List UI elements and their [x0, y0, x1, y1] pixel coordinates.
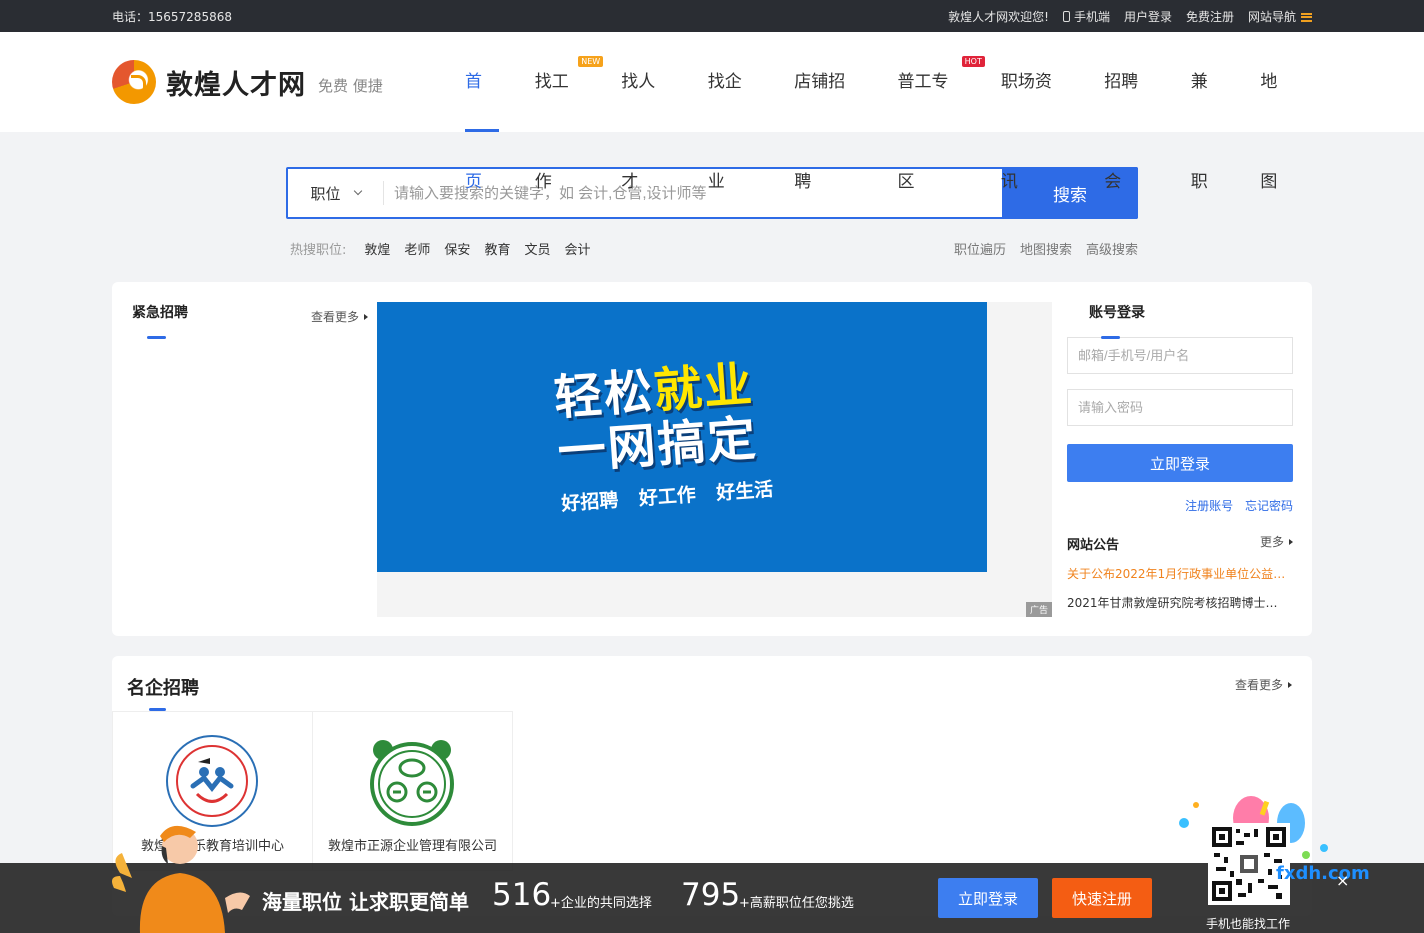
login-button[interactable]: 立即登录 [1067, 444, 1293, 482]
famous-title: 名企招聘 [127, 674, 199, 711]
header: 敦煌人才网 免费 便捷 首页 找工作 NEW 找人才 找企业 店铺招聘 普工专区 H… [0, 32, 1424, 192]
main-card: 紧急招聘 查看更多 轻松就业 一网搞定 好招聘 好工作 好生活 广告 账号登录 … [112, 282, 1312, 636]
caret-right-icon [1288, 682, 1292, 688]
user-login-link[interactable]: 用户登录 [1124, 8, 1172, 25]
famous-more-link[interactable]: 查看更多 [1235, 676, 1292, 693]
menu-icon [1301, 12, 1312, 22]
welcome-text: 敦煌人才网欢迎您! [948, 9, 1049, 24]
login-panel: 账号登录 邮箱/手机号/用户名 请输入密码 立即登录 注册账号 忘记密码 网站公… [1067, 302, 1293, 611]
notice-item[interactable]: 关于公布2022年1月行政事业单位公益性岗位招聘… [1067, 565, 1289, 582]
company-card[interactable]: 敦煌市正源企业管理有限公司 [312, 711, 513, 871]
banner-line3: 好招聘 好工作 好生活 [560, 478, 774, 516]
hot-search-row: 热搜职位: 敦煌 老师 保安 教育 文员 会计 职位遍历 地图搜索 高级搜索 [286, 239, 1138, 258]
caret-right-icon [364, 314, 368, 320]
app-qr-panel: fxdh.com × 手机也能找工作 [1166, 793, 1370, 933]
caret-right-icon [1289, 539, 1293, 545]
promo-banner[interactable]: 轻松就业 一网搞定 好招聘 好工作 好生活 [377, 302, 987, 572]
site-nav-link[interactable]: 网站导航 [1248, 8, 1312, 25]
nav-career-news[interactable]: 职场资讯 [983, 32, 1086, 192]
logo-icon [112, 60, 156, 104]
contact-phone: 电话：15657285868 [112, 9, 232, 24]
notice-more-link[interactable]: 更多 [1260, 533, 1293, 550]
qr-caption: 手机也能找工作 [1206, 917, 1291, 931]
company-logo [370, 740, 454, 826]
mascot-illustration [112, 825, 250, 933]
hot-keyword[interactable]: 保安 [444, 239, 470, 258]
watermark: fxdh.com [1276, 863, 1370, 884]
nav-worker-zone[interactable]: 普工专区 HOT [880, 32, 985, 192]
hot-search-label: 热搜职位: [290, 243, 347, 258]
urgent-recruit-section: 紧急招聘 查看更多 [132, 302, 368, 339]
company-logo [166, 735, 258, 827]
top-bar: 电话：15657285868 敦煌人才网欢迎您! 手机端 用户登录 免费注册 网… [0, 0, 1424, 32]
nav-find-company[interactable]: 找企业 [690, 32, 777, 192]
search-type-select[interactable]: 职位 [288, 181, 384, 205]
close-icon[interactable]: × [1336, 871, 1349, 890]
hot-keyword[interactable]: 教育 [484, 239, 510, 258]
free-register-link[interactable]: 免费注册 [1186, 8, 1234, 25]
bottom-register-button[interactable]: 快速注册 [1052, 878, 1152, 918]
username-field[interactable]: 邮箱/手机号/用户名 [1067, 337, 1293, 374]
register-account-link[interactable]: 注册账号 [1185, 499, 1233, 513]
company-count-text: +企业的共同选择 [550, 896, 652, 911]
ad-tag: 广告 [1025, 602, 1052, 617]
login-title: 账号登录 [1067, 302, 1293, 339]
job-count: 795 [681, 877, 741, 913]
nav-find-job[interactable]: 找工作 NEW [517, 32, 604, 192]
nav-home[interactable]: 首页 [447, 32, 517, 192]
nav-store-recruit[interactable]: 店铺招聘 [776, 32, 879, 192]
phone-icon [1062, 10, 1070, 22]
new-badge: NEW [578, 56, 604, 67]
urgent-more-link[interactable]: 查看更多 [311, 308, 368, 325]
password-field[interactable]: 请输入密码 [1067, 389, 1293, 426]
hot-keyword[interactable]: 会计 [564, 239, 590, 258]
nav-map[interactable]: 地图 [1242, 32, 1312, 192]
nav-part-time[interactable]: 兼职 [1173, 32, 1243, 192]
notice-item[interactable]: 2021年甘肃敦煌研究院考核招聘博士研究生… [1067, 594, 1289, 611]
main-nav: 首页 找工作 NEW 找人才 找企业 店铺招聘 普工专区 HOT 职场资讯 招聘会 … [447, 32, 1312, 192]
logo-text: 敦煌人才网 [166, 69, 306, 101]
site-logo[interactable]: 敦煌人才网 免费 便捷 [112, 60, 447, 104]
advanced-search-link[interactable]: 高级搜索 [1086, 239, 1138, 258]
hot-keyword[interactable]: 敦煌 [364, 239, 390, 258]
logo-slogan: 免费 便捷 [318, 76, 383, 95]
mobile-link[interactable]: 手机端 [1062, 8, 1110, 25]
company-count: 516 [492, 877, 552, 913]
browse-jobs-link[interactable]: 职位遍历 [954, 239, 1006, 258]
nav-job-fair[interactable]: 招聘会 [1086, 32, 1173, 192]
map-search-link[interactable]: 地图搜索 [1020, 239, 1072, 258]
job-count-text: +高薪职位任您挑选 [739, 896, 854, 911]
chevron-down-icon [353, 186, 362, 196]
hot-keyword[interactable]: 文员 [524, 239, 550, 258]
banner-area: 轻松就业 一网搞定 好招聘 好工作 好生活 广告 [377, 302, 1052, 617]
promo-slogan: 海量职位 让求职更简单 [262, 890, 469, 914]
company-name: 敦煌市正源企业管理有限公司 [327, 839, 497, 854]
bottom-login-button[interactable]: 立即登录 [938, 878, 1038, 918]
hot-badge: HOT [961, 56, 985, 67]
hot-keyword[interactable]: 老师 [404, 239, 430, 258]
notice-title: 网站公告 更多 [1067, 534, 1293, 553]
nav-find-talent[interactable]: 找人才 [603, 32, 690, 192]
forgot-password-link[interactable]: 忘记密码 [1245, 499, 1293, 513]
